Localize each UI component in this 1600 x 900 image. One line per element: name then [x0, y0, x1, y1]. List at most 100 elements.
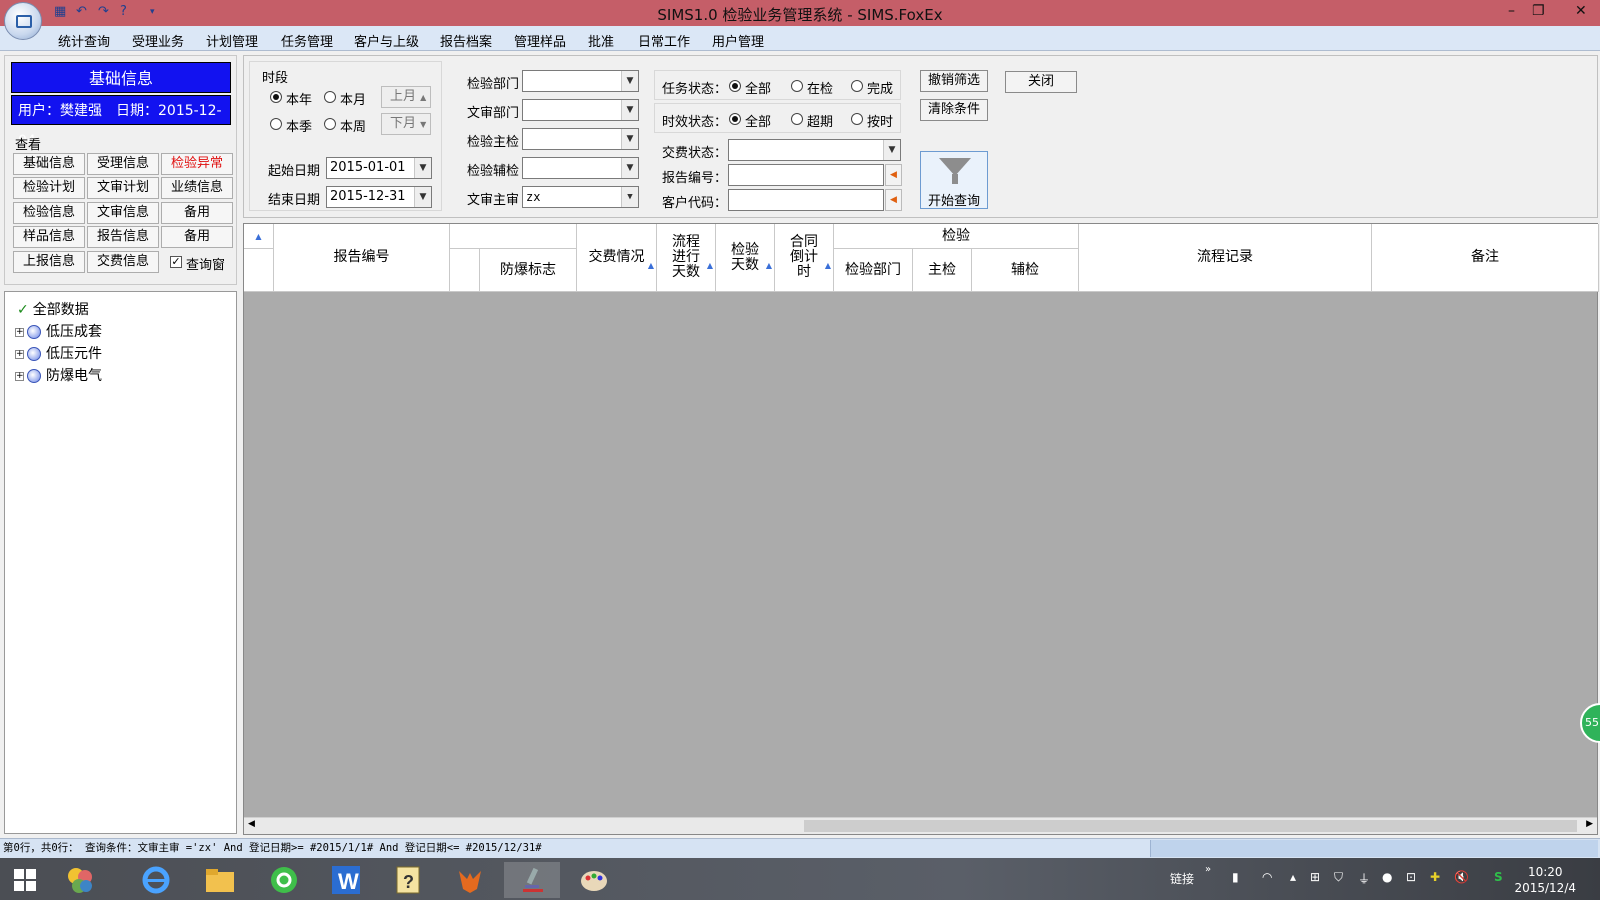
col-contract-countdown[interactable]: 合同倒计时 ▲: [775, 224, 834, 292]
query-window-checkbox[interactable]: ✓: [170, 256, 182, 268]
taskbar-ie-icon[interactable]: [128, 862, 184, 898]
chevron-down-icon[interactable]: ▼: [621, 158, 638, 178]
sort-toggle-icon[interactable]: ▲: [244, 224, 274, 249]
taskbar-sims-active-icon[interactable]: [504, 862, 560, 898]
review-dept-select[interactable]: ▼: [522, 99, 639, 121]
volume-muted-icon[interactable]: 🔇: [1454, 870, 1469, 884]
timeliness-all-radio[interactable]: [729, 113, 741, 125]
btn-performance-info[interactable]: 业绩信息: [161, 177, 233, 199]
col-remark[interactable]: 备注: [1372, 224, 1599, 292]
scroll-thumb[interactable]: [804, 820, 1577, 832]
inspect-dept-select[interactable]: ▼: [522, 70, 639, 92]
start-button[interactable]: [0, 862, 50, 898]
col-main-inspector[interactable]: 主检: [913, 249, 972, 292]
menu-stat-query[interactable]: 统计查询: [58, 31, 110, 50]
col-assist-inspector[interactable]: 辅检: [972, 249, 1079, 292]
radio-this-week[interactable]: [324, 118, 336, 130]
btn-inspect-plan[interactable]: 检验计划: [13, 177, 85, 199]
close-window-button[interactable]: ✕: [1575, 3, 1587, 19]
task-status-in-progress-radio[interactable]: [791, 80, 803, 92]
battery-icon[interactable]: ▮: [1232, 870, 1239, 884]
menu-report-archive[interactable]: 报告档案: [440, 31, 492, 50]
menu-client-superior[interactable]: 客户与上级: [354, 31, 419, 50]
application-menu-button[interactable]: [4, 2, 42, 40]
tray-up-arrow-icon[interactable]: ▴: [1290, 870, 1296, 884]
chevron-down-icon[interactable]: ▼: [621, 100, 638, 120]
taskbar-refresh-app-icon[interactable]: [256, 862, 312, 898]
sogou-input-icon[interactable]: S: [1494, 870, 1503, 884]
end-date-picker[interactable]: 2015-12-31 ▼: [326, 186, 432, 208]
btn-basic-info[interactable]: 基础信息: [13, 153, 85, 175]
assist-inspector-select[interactable]: ▼: [522, 157, 639, 179]
btn-inspect-exception[interactable]: 检验异常: [161, 153, 233, 175]
taskbar-foxpro-icon[interactable]: [442, 862, 498, 898]
report-no-clear-icon[interactable]: ◀: [885, 164, 902, 186]
btn-submit-info[interactable]: 上报信息: [13, 251, 85, 273]
timeliness-overdue-radio[interactable]: [791, 113, 803, 125]
chevron-down-icon[interactable]: ▼: [414, 158, 431, 178]
col-flow-record[interactable]: 流程记录: [1079, 224, 1372, 292]
menu-manage-samples[interactable]: 管理样品: [514, 31, 566, 50]
col-payment[interactable]: 交费情况 ▲: [577, 224, 657, 292]
scroll-left-icon[interactable]: ◀: [248, 819, 255, 829]
report-no-input[interactable]: [728, 164, 884, 186]
tree-item-low-voltage-set[interactable]: + 低压成套: [15, 321, 102, 341]
chevron-down-icon[interactable]: ▼: [414, 187, 431, 207]
minimize-button[interactable]: –: [1508, 3, 1515, 19]
payment-status-select[interactable]: ▼: [728, 139, 901, 161]
chevron-down-icon[interactable]: ▼: [621, 129, 638, 149]
security-plus-icon[interactable]: ✚: [1430, 870, 1440, 884]
scroll-right-icon[interactable]: ▶: [1586, 819, 1593, 829]
network-icon[interactable]: ⊡: [1406, 870, 1416, 884]
taskbar-app-colorful-icon[interactable]: [52, 862, 108, 898]
tree-item-explosion-proof[interactable]: + 防爆电气: [15, 365, 102, 385]
taskbar-paint-icon[interactable]: [566, 862, 622, 898]
horizontal-scrollbar[interactable]: ◀ ▶: [244, 817, 1597, 834]
taskbar-explorer-icon[interactable]: [192, 862, 248, 898]
tree-root[interactable]: ✓ 全部数据: [17, 299, 89, 319]
menu-user-management[interactable]: 用户管理: [712, 31, 764, 50]
start-query-button[interactable]: 开始查询: [920, 151, 988, 209]
cancel-filter-button[interactable]: 撤销筛选: [920, 70, 988, 92]
menu-daily-work[interactable]: 日常工作: [638, 31, 690, 50]
chevron-down-icon[interactable]: ▼: [883, 140, 900, 160]
expand-icon[interactable]: +: [15, 371, 24, 381]
timeliness-ontime-radio[interactable]: [851, 113, 863, 125]
col-partial[interactable]: [450, 249, 480, 292]
taskbar-help-doc-icon[interactable]: ?: [380, 862, 436, 898]
tray-link-label[interactable]: 链接: [1170, 870, 1194, 887]
btn-spare-2[interactable]: 备用: [161, 226, 233, 248]
col-explosion-flag[interactable]: 防爆标志: [480, 249, 577, 292]
menu-task-management[interactable]: 任务管理: [281, 31, 333, 50]
main-reviewer-select[interactable]: zx ▼: [522, 186, 639, 208]
radio-this-quarter[interactable]: [270, 118, 282, 130]
windows-flag-icon[interactable]: ⊞: [1310, 870, 1320, 884]
shield-icon[interactable]: ⛉: [1334, 870, 1343, 885]
menu-plan-management[interactable]: 计划管理: [206, 31, 258, 50]
btn-inspect-info[interactable]: 检验信息: [13, 202, 85, 224]
menu-approve[interactable]: 批准: [588, 31, 614, 50]
btn-spare-1[interactable]: 备用: [161, 202, 233, 224]
col-inspect-dept[interactable]: 检验部门: [834, 249, 913, 292]
btn-accept-info[interactable]: 受理信息: [87, 153, 159, 175]
qq-icon[interactable]: ●: [1382, 870, 1392, 884]
start-date-picker[interactable]: 2015-01-01 ▼: [326, 157, 432, 179]
col-flow-days[interactable]: 流程进行天数 ▲: [657, 224, 716, 292]
taskbar-wps-writer-icon[interactable]: W: [318, 862, 374, 898]
restore-button[interactable]: ❐: [1532, 3, 1545, 19]
chevron-down-icon[interactable]: ▼: [621, 71, 638, 91]
wifi-icon[interactable]: ◠: [1262, 870, 1272, 884]
close-button[interactable]: 关闭: [1005, 71, 1077, 93]
task-status-done-radio[interactable]: [851, 80, 863, 92]
btn-sample-info[interactable]: 样品信息: [13, 226, 85, 248]
chevron-down-icon[interactable]: ▼: [621, 187, 638, 207]
radio-this-year[interactable]: [270, 91, 282, 103]
next-month-button[interactable]: 下月 ▼: [381, 113, 431, 135]
tree-item-low-voltage-component[interactable]: + 低压元件: [15, 343, 102, 363]
taskbar-clock[interactable]: 10:20 2015/12/4: [1514, 864, 1576, 896]
col-inspect-days[interactable]: 检验天数 ▲: [716, 224, 775, 292]
btn-review-info[interactable]: 文审信息: [87, 202, 159, 224]
client-code-input[interactable]: [728, 189, 884, 211]
expand-icon[interactable]: +: [15, 349, 24, 359]
radio-this-month[interactable]: [324, 91, 336, 103]
